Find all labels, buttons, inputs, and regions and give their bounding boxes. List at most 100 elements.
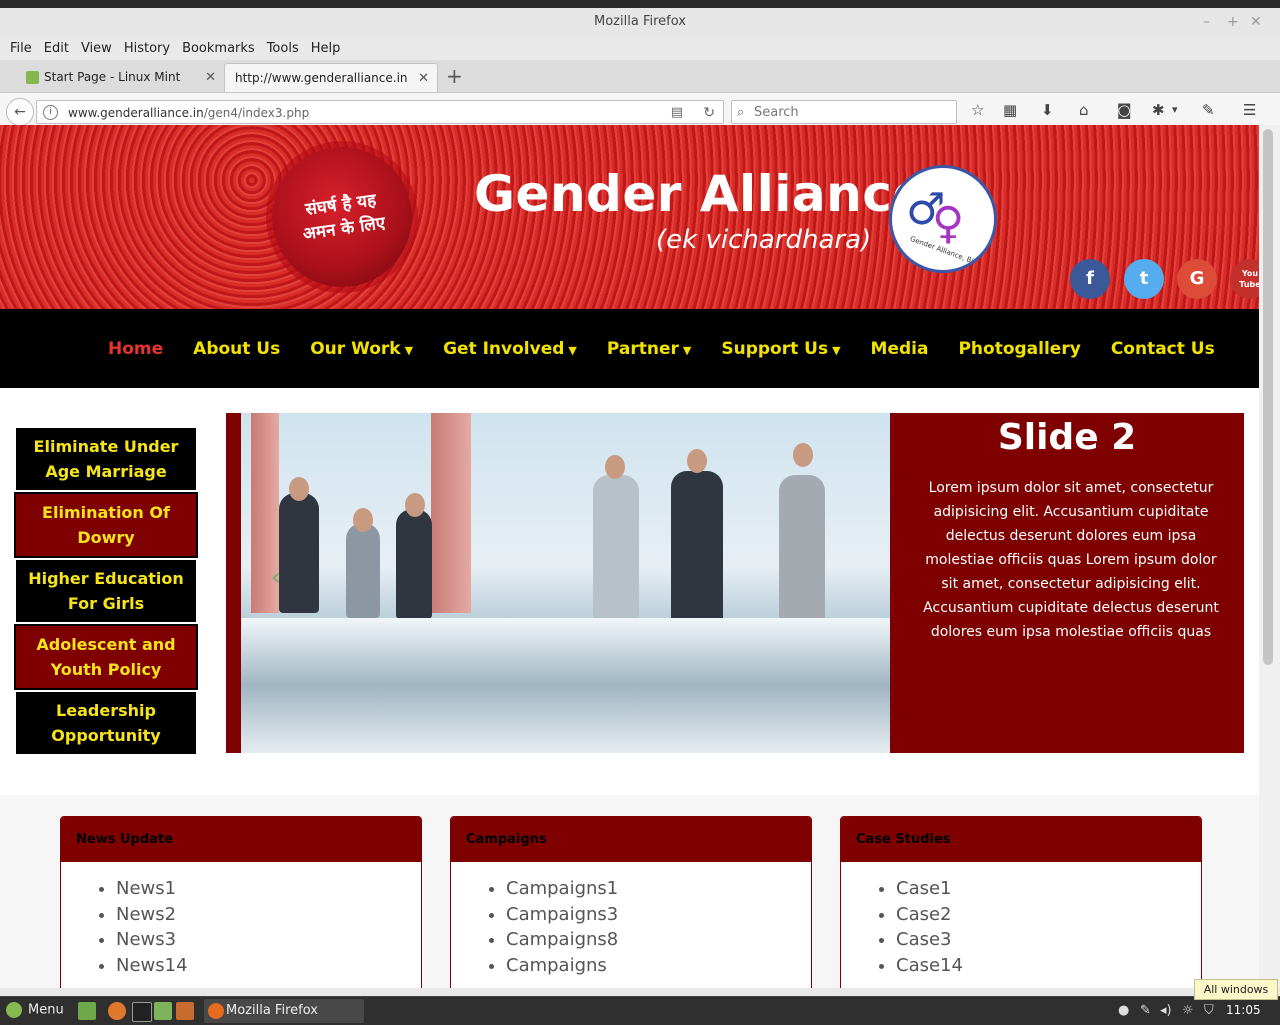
user-icon[interactable]: ● (1118, 1003, 1129, 1018)
slide-caption: Slide 2 Lorem ipsum dolor sit amet, cons… (890, 413, 1244, 753)
terminal-launcher-icon[interactable] (132, 1002, 152, 1022)
start-menu-button[interactable]: Menu (6, 1002, 64, 1018)
person-head (605, 455, 625, 479)
close-tab-icon[interactable]: ✕ (205, 63, 216, 92)
list-item[interactable]: Case1 (896, 876, 1201, 902)
list-item[interactable]: News2 (116, 902, 421, 928)
bookmarks-menu-icon[interactable]: ▦ (1003, 101, 1017, 119)
nav-get-involved[interactable]: Get Involved ▼ (443, 339, 577, 359)
close-tab-icon[interactable]: ✕ (418, 64, 429, 93)
list-item[interactable]: Campaigns8 (506, 927, 811, 953)
nav-about-us[interactable]: About Us (193, 339, 280, 359)
chevron-down-icon[interactable]: ▾ (1172, 103, 1178, 116)
reload-icon[interactable]: ↻ (703, 101, 715, 125)
hamburger-menu-icon[interactable]: ☰ (1243, 101, 1256, 119)
nav-contact-us[interactable]: Contact Us (1111, 339, 1215, 359)
twitter-icon[interactable]: t (1124, 259, 1164, 299)
list-item[interactable]: News14 (116, 953, 421, 979)
google-icon[interactable]: G (1177, 259, 1217, 299)
sidebar-item-under-age-marriage[interactable]: Eliminate Under Age Marriage (16, 428, 196, 490)
person-head (289, 477, 309, 501)
site-info-icon[interactable]: i (43, 105, 58, 120)
main-navigation: Home About Us Our Work ▼ Get Involved ▼ Pa… (0, 309, 1259, 388)
url-path: /gen4/index3.php (203, 106, 310, 120)
reader-view-icon[interactable]: ▤ (671, 101, 683, 125)
files-launcher-icon[interactable] (154, 1002, 172, 1020)
nav-home[interactable]: Home (108, 339, 163, 359)
menu-view[interactable]: View (81, 41, 112, 56)
info-section: News Update News1 News2 News3 News14 Cam… (0, 795, 1259, 988)
tab-start-page[interactable]: Start Page - Linux Mint ✕ (18, 63, 224, 92)
facebook-icon[interactable]: f (1070, 259, 1110, 299)
menu-bookmarks[interactable]: Bookmarks (182, 41, 255, 56)
slide-prev-arrow-icon[interactable]: ‹ (271, 563, 281, 591)
person-head (687, 449, 707, 473)
list-item[interactable]: News3 (116, 927, 421, 953)
news-list: News1 News2 News3 News14 (61, 876, 421, 978)
gender-alliance-logo: ♂ ♀ Gender Alliance, Bihar (889, 165, 997, 273)
sidebar-item-dowry[interactable]: Elimination Of Dowry (14, 492, 198, 558)
nav-our-work[interactable]: Our Work ▼ (310, 339, 413, 359)
menu-file[interactable]: File (10, 41, 32, 56)
close-window-button[interactable]: ✕ (1250, 8, 1262, 36)
show-desktop-icon[interactable] (78, 1002, 96, 1020)
sublime-launcher-icon[interactable] (176, 1002, 194, 1020)
nav-partner[interactable]: Partner ▼ (607, 339, 691, 359)
taskbar-firefox-window[interactable]: Mozilla Firefox (204, 999, 364, 1023)
firefox-icon (208, 1003, 224, 1019)
volume-icon[interactable]: ◂) (1160, 1003, 1172, 1018)
list-item[interactable]: Case3 (896, 927, 1201, 953)
menu-tools[interactable]: Tools (267, 41, 299, 56)
nav-support-us[interactable]: Support Us ▼ (721, 339, 840, 359)
pen-icon[interactable]: ✎ (1140, 1003, 1151, 1018)
caret-down-icon: ▼ (832, 343, 841, 357)
bookmark-star-icon[interactable]: ☆ (971, 101, 984, 119)
vertical-scrollbar[interactable] (1259, 125, 1280, 988)
page-content: संघर्ष है यह अमन के लिए Gender Alliance (… (0, 125, 1259, 988)
person-figure (779, 475, 825, 625)
menu-bar: File Edit View History Bookmarks Tools H… (0, 36, 1280, 60)
sidebar-item-leadership[interactable]: Leadership Opportunity (16, 692, 196, 754)
panel-title: Case Studies (841, 817, 1201, 862)
menu-help[interactable]: Help (311, 41, 341, 56)
search-input[interactable]: ⌕ Search (731, 100, 957, 124)
mint-logo-icon (6, 1002, 22, 1018)
nav-media[interactable]: Media (871, 339, 929, 359)
list-item[interactable]: Campaigns (506, 953, 811, 979)
back-button[interactable]: ← (6, 98, 34, 126)
slide-text: Lorem ipsum dolor sit amet, consectetur … (923, 480, 1219, 640)
shield-icon[interactable]: ⛉ (1204, 1003, 1214, 1018)
minimize-button[interactable]: – (1203, 8, 1210, 36)
list-item[interactable]: Case14 (896, 953, 1201, 979)
pocket-icon[interactable]: ◙ (1117, 101, 1132, 119)
list-item[interactable]: Campaigns3 (506, 902, 811, 928)
tab-title: http://www.genderalliance.in/ge (235, 71, 407, 85)
clock[interactable]: 11:05 (1226, 1003, 1261, 1017)
list-item[interactable]: Case2 (896, 902, 1201, 928)
list-item[interactable]: Campaigns1 (506, 876, 811, 902)
sidebar-item-higher-education[interactable]: Higher Education For Girls (16, 560, 196, 622)
brightness-icon[interactable]: ☼ (1182, 1003, 1194, 1018)
nav-photogallery[interactable]: Photogallery (958, 339, 1080, 359)
url-domain: www.genderalliance.in (68, 106, 204, 120)
firefox-launcher-icon[interactable] (108, 1002, 126, 1020)
downloads-icon[interactable]: ⬇ (1041, 101, 1054, 119)
new-tab-button[interactable]: + (446, 64, 463, 88)
tab-genderalliance[interactable]: http://www.genderalliance.in/ge ✕ (224, 63, 438, 92)
title-bar: Mozilla Firefox – + ✕ (0, 8, 1280, 36)
youtube-icon[interactable]: You Tube (1230, 259, 1259, 299)
scrollbar-thumb[interactable] (1263, 129, 1273, 665)
nav-label: Our Work (310, 338, 401, 359)
menu-history[interactable]: History (124, 41, 170, 56)
panel-case-studies: Case Studies Case1 Case2 Case3 Case14 (840, 816, 1202, 988)
slide-photo-business-people: ‹ (241, 413, 890, 753)
home-icon[interactable]: ⌂ (1079, 101, 1089, 119)
url-bar[interactable]: i www.genderalliance.in/gen4/index3.php … (36, 100, 724, 124)
curtain (431, 413, 471, 613)
menu-edit[interactable]: Edit (44, 41, 69, 56)
tool-icon[interactable]: ✎ (1202, 101, 1215, 119)
maximize-button[interactable]: + (1227, 8, 1239, 36)
sidebar-item-youth-policy[interactable]: Adolescent and Youth Policy (14, 624, 198, 690)
list-item[interactable]: News1 (116, 876, 421, 902)
extension-icon[interactable]: ✱ (1152, 101, 1165, 119)
